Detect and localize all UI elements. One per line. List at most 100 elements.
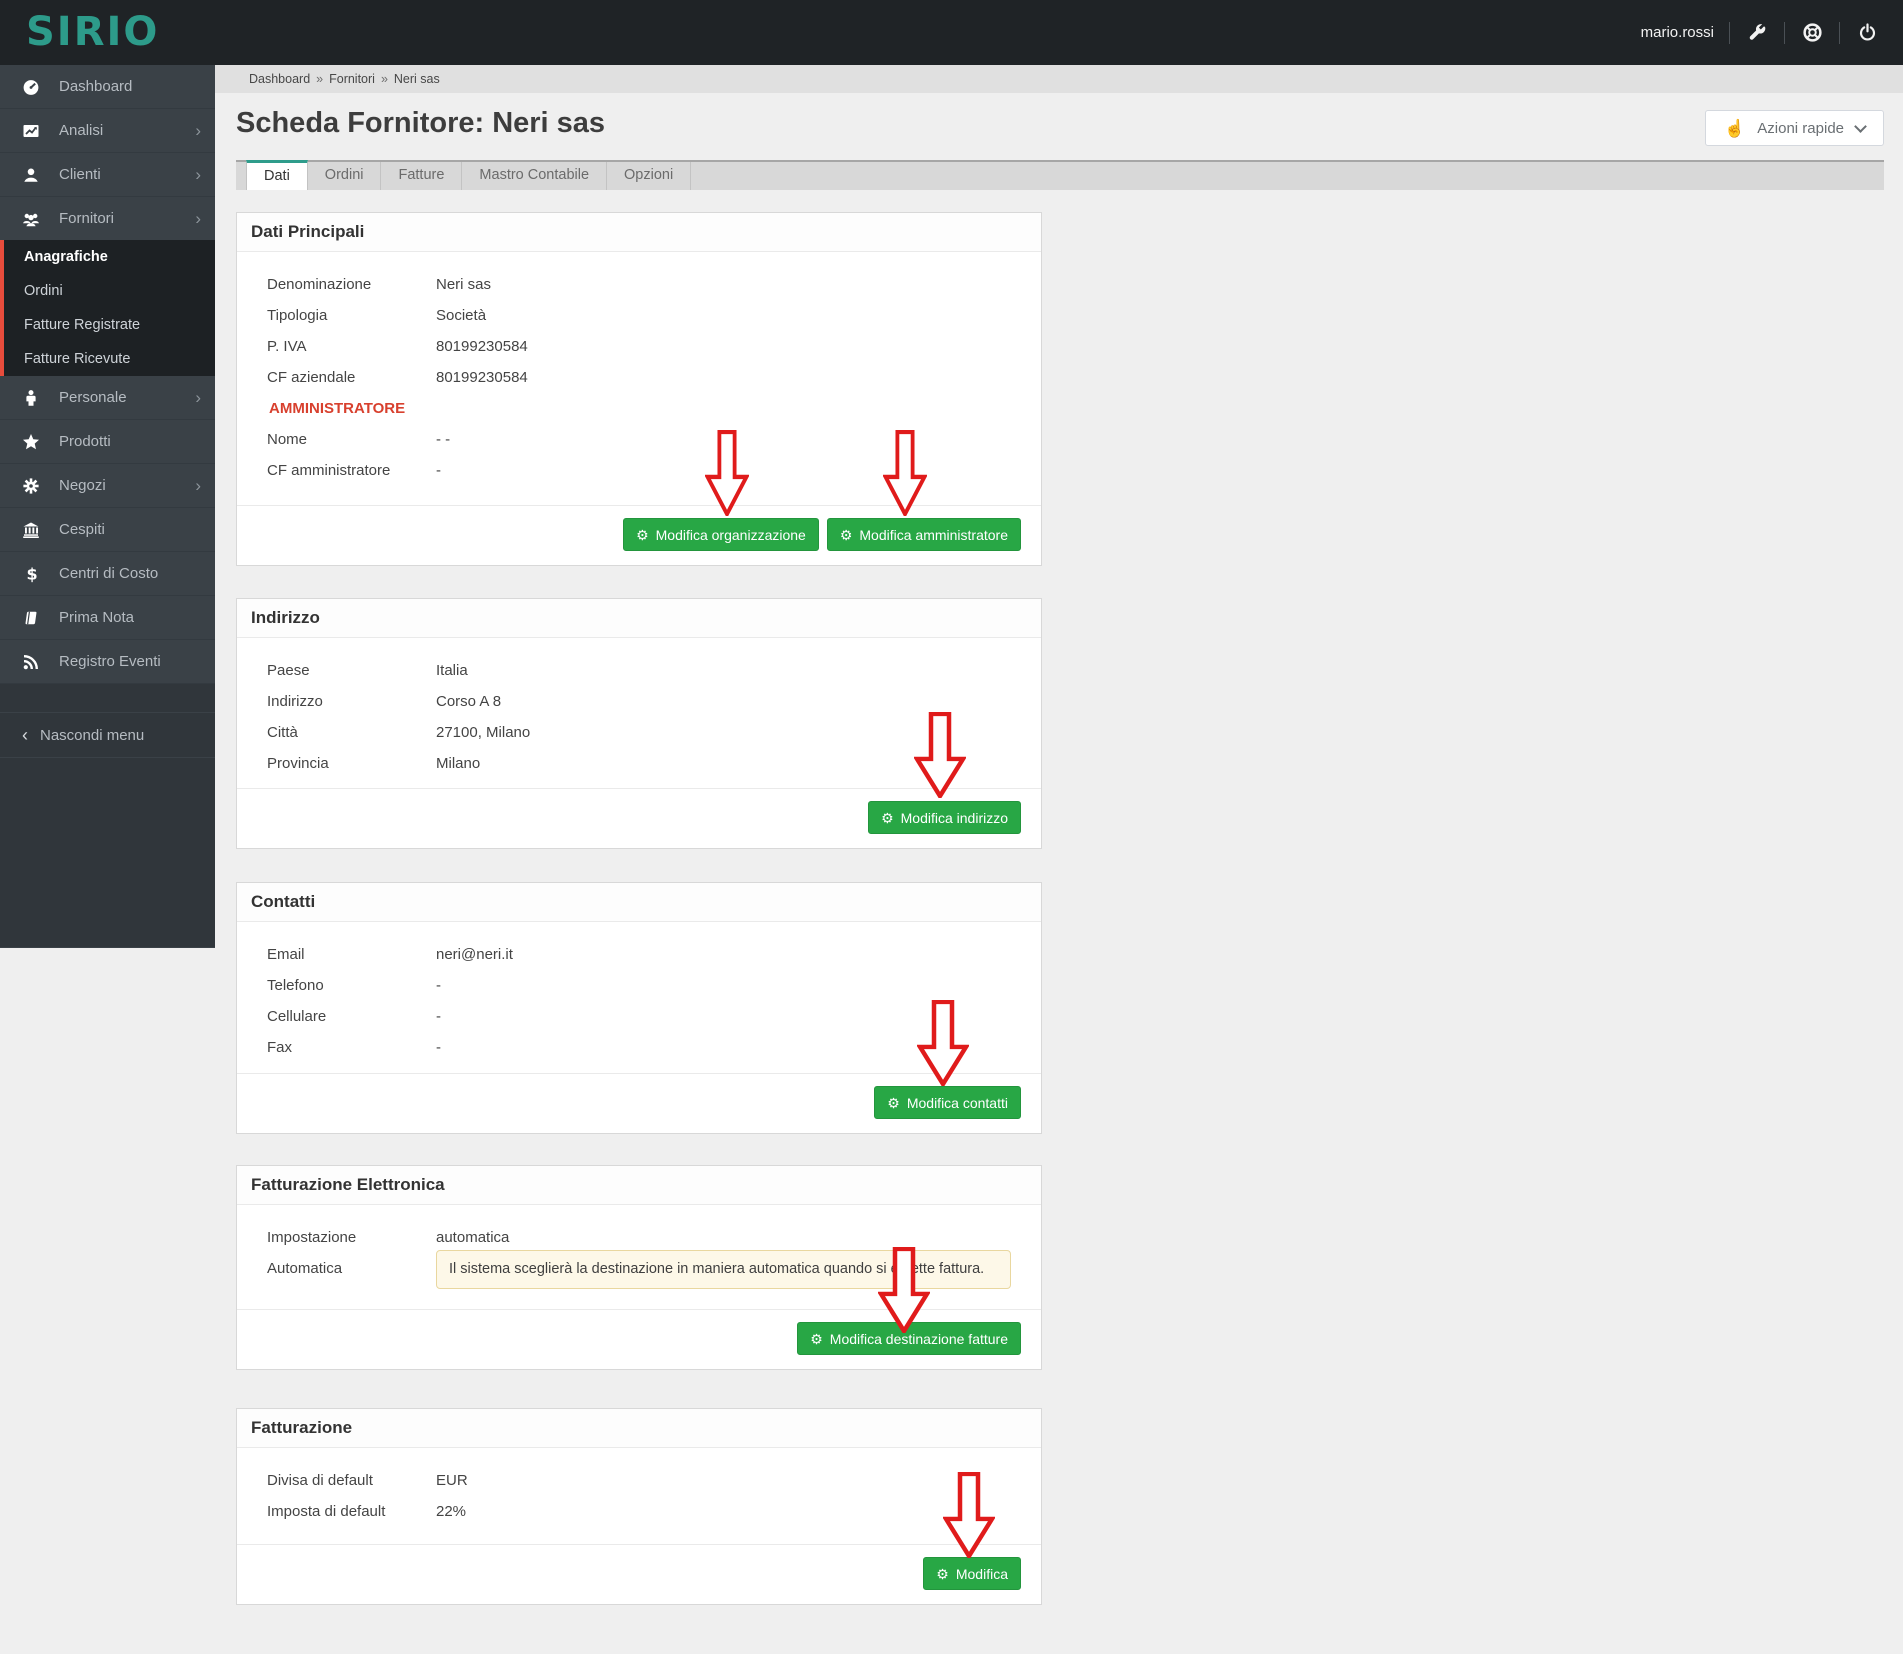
field-value: - - xyxy=(436,431,451,448)
sidebar-item-cespiti[interactable]: Cespiti xyxy=(0,508,215,552)
gear-icon: ⚙ xyxy=(936,1565,949,1582)
breadcrumb-dashboard[interactable]: Dashboard xyxy=(249,72,310,86)
field-label: Imposta di default xyxy=(267,1503,386,1520)
chevron-right-icon: › xyxy=(195,476,201,495)
submenu-item-fatture-ricevute[interactable]: Fatture Ricevute xyxy=(4,342,215,376)
breadcrumb-fornitori[interactable]: Fornitori xyxy=(329,72,375,86)
field-value: 80199230584 xyxy=(436,369,528,386)
divider xyxy=(1729,21,1730,44)
field-label: CF aziendale xyxy=(267,369,356,386)
tab-mastro-contabile[interactable]: Mastro Contabile xyxy=(462,162,608,190)
tab-ordini[interactable]: Ordini xyxy=(308,162,382,190)
modifica-amministratore-button[interactable]: ⚙ Modifica amministratore xyxy=(826,518,1021,551)
modifica-button[interactable]: ⚙ Modifica xyxy=(923,1557,1021,1590)
field-row: Impostazione automatica xyxy=(267,1229,1011,1246)
quick-actions-button[interactable]: ☝ Azioni rapide xyxy=(1705,110,1884,146)
field-row: Città 27100, Milano xyxy=(267,724,1011,741)
line-chart-icon xyxy=(22,122,40,140)
field-value: 22% xyxy=(436,1503,467,1520)
panel-title: Indirizzo xyxy=(237,599,1041,638)
sidebar-item-analisi[interactable]: Analisi › xyxy=(0,109,215,153)
modifica-contatti-button[interactable]: ⚙ Modifica contatti xyxy=(874,1086,1021,1119)
sidebar-item-centri-di-costo[interactable]: $ Centri di Costo xyxy=(0,552,215,596)
field-label: Automatica xyxy=(267,1260,343,1277)
field-row: CF aziendale 80199230584 xyxy=(267,369,1011,386)
modifica-organizzazione-button[interactable]: ⚙ Modifica organizzazione xyxy=(623,518,819,551)
sidebar-item-fornitori[interactable]: Fornitori › xyxy=(0,197,215,240)
button-label: Modifica xyxy=(955,1565,1008,1582)
modifica-indirizzo-button[interactable]: ⚙ Modifica indirizzo xyxy=(868,801,1021,834)
field-row: Tipologia Società xyxy=(267,307,1011,324)
button-label: Modifica indirizzo xyxy=(900,809,1008,826)
sidebar-item-registro-eventi[interactable]: Registro Eventi xyxy=(0,640,215,684)
wrench-icon[interactable] xyxy=(1745,21,1769,45)
chevron-right-icon: › xyxy=(195,388,201,407)
field-row: Nome - - xyxy=(267,431,1011,448)
sidebar-item-dashboard[interactable]: Dashboard xyxy=(0,65,215,109)
sidebar-item-label: Prima Nota xyxy=(59,609,135,626)
sidebar-item-negozi[interactable]: Negozi › xyxy=(0,464,215,508)
sidebar-item-label: Centri di Costo xyxy=(59,565,159,582)
panel-title: Fatturazione Elettronica xyxy=(237,1166,1041,1205)
submenu-item-anagrafiche[interactable]: Anagrafiche xyxy=(4,240,215,274)
breadcrumb-separator: » xyxy=(316,72,324,86)
power-icon[interactable] xyxy=(1855,21,1879,45)
header-right-toolbar: mario.rossi xyxy=(1641,21,1903,45)
chevron-right-icon: › xyxy=(195,121,201,140)
panel-dati-principali: Dati Principali Denominazione Neri sas T… xyxy=(236,212,1042,566)
field-label: Impostazione xyxy=(267,1229,357,1246)
sidebar-item-personale[interactable]: Personale › xyxy=(0,376,215,420)
field-row: Email neri@neri.it xyxy=(267,946,1011,963)
field-row: Cellulare - xyxy=(267,1008,1011,1025)
field-label: Denominazione xyxy=(267,276,372,293)
field-value: automatica xyxy=(436,1229,510,1246)
tab-fatture[interactable]: Fatture xyxy=(381,162,463,190)
sidebar-item-label: Cespiti xyxy=(59,521,105,538)
panel-fatturazione: Fatturazione Divisa di default EUR Impos… xyxy=(236,1408,1042,1605)
dollar-icon: $ xyxy=(22,565,40,583)
sidebar-item-label: Dashboard xyxy=(59,78,133,95)
chevron-down-icon xyxy=(1854,119,1867,133)
field-value: - xyxy=(436,462,441,479)
app-logo[interactable]: SIRIO xyxy=(0,0,215,65)
submenu-item-ordini[interactable]: Ordini xyxy=(4,274,215,308)
field-value: - xyxy=(436,1039,441,1056)
sidebar-item-label: Registro Eventi xyxy=(59,653,161,670)
button-label: Modifica amministratore xyxy=(859,526,1008,543)
tab-dati[interactable]: Dati xyxy=(246,160,308,190)
automatica-note-box: Il sistema sceglierà la destinazione in … xyxy=(436,1250,1011,1289)
gear-icon: ⚙ xyxy=(810,1330,823,1347)
hide-menu-button[interactable]: ‹ Nascondi menu xyxy=(0,712,215,758)
sidebar-item-label: Analisi xyxy=(59,122,104,139)
gear-icon: ⚙ xyxy=(636,526,649,543)
field-label: Città xyxy=(267,724,298,741)
tab-opzioni[interactable]: Opzioni xyxy=(607,162,692,190)
field-label: Divisa di default xyxy=(267,1472,373,1489)
field-label: Paese xyxy=(267,662,310,679)
panel-indirizzo: Indirizzo Paese Italia Indirizzo Corso A… xyxy=(236,598,1042,849)
quick-actions-label: Azioni rapide xyxy=(1757,119,1844,137)
sidebar-item-prodotti[interactable]: Prodotti xyxy=(0,420,215,464)
panel-title: Fatturazione xyxy=(237,1409,1041,1448)
person-icon xyxy=(22,389,40,407)
sidebar-item-label: Personale xyxy=(59,389,127,406)
users-icon xyxy=(22,210,40,228)
field-row: Fax - xyxy=(267,1039,1011,1056)
sidebar-item-clienti[interactable]: Clienti › xyxy=(0,153,215,197)
submenu-item-fatture-registrate[interactable]: Fatture Registrate xyxy=(4,308,215,342)
sidebar-nav: Dashboard Analisi › Clienti › Fornitori … xyxy=(0,65,215,948)
field-label: CF amministratore xyxy=(267,462,391,479)
field-row: Telefono - xyxy=(267,977,1011,994)
top-header: SIRIO mario.rossi xyxy=(0,0,1903,65)
rss-icon xyxy=(22,653,40,671)
sidebar-item-label: Clienti xyxy=(59,166,101,183)
tachometer-icon xyxy=(22,78,40,96)
sidebar-item-prima-nota[interactable]: Prima Nota xyxy=(0,596,215,640)
panel-title: Contatti xyxy=(237,883,1041,922)
life-ring-icon[interactable] xyxy=(1800,21,1824,45)
field-value: 80199230584 xyxy=(436,338,528,355)
modifica-destinazione-fatture-button[interactable]: ⚙ Modifica destinazione fatture xyxy=(797,1322,1021,1355)
field-label: Tipologia xyxy=(267,307,328,324)
logged-user-name[interactable]: mario.rossi xyxy=(1641,24,1714,41)
field-value: neri@neri.it xyxy=(436,946,513,963)
